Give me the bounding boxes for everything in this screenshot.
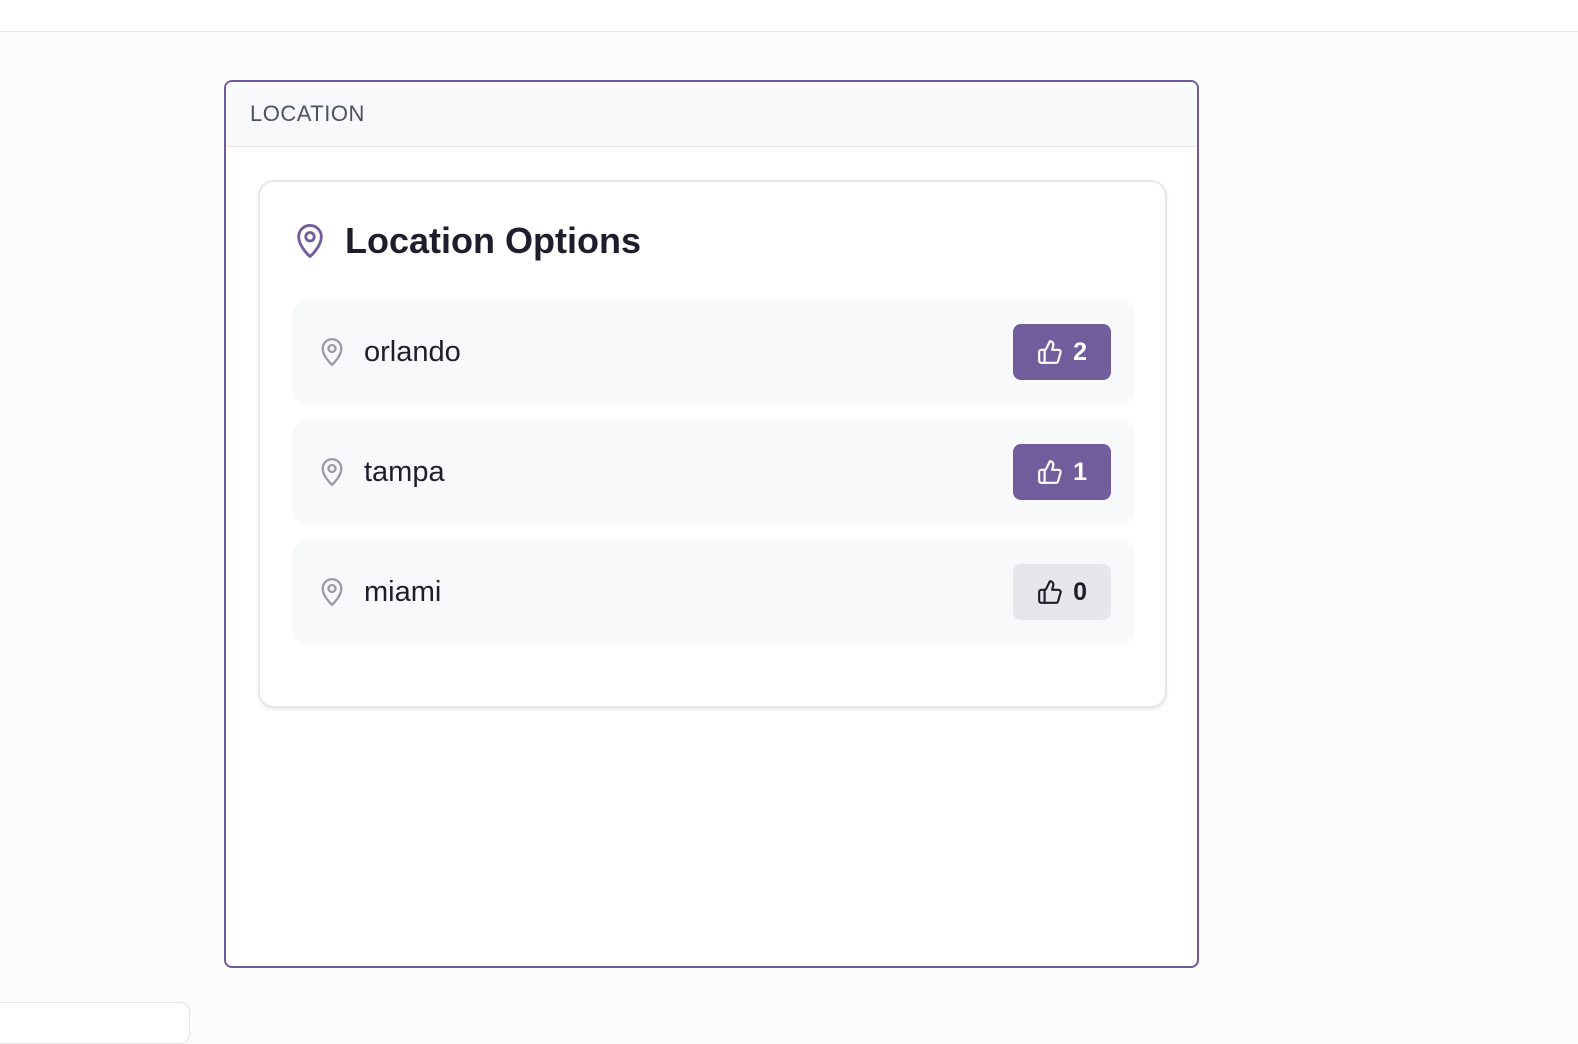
location-options-card: Location Options orlando 2 tampa 1 miami… xyxy=(258,180,1167,708)
option-item: orlando 2 xyxy=(292,300,1135,404)
vote-button[interactable]: 2 xyxy=(1013,324,1111,380)
option-item: miami 0 xyxy=(292,540,1135,644)
card-title: Location Options xyxy=(345,220,641,261)
thumbs-up-icon xyxy=(1037,339,1073,365)
map-pin-icon xyxy=(293,221,327,261)
vote-count: 2 xyxy=(1073,337,1087,366)
panel-header-title: LOCATION xyxy=(250,101,365,126)
map-pin-icon xyxy=(292,455,346,489)
vote-count: 1 xyxy=(1073,457,1087,486)
option-label: tampa xyxy=(364,455,445,488)
corner-tab[interactable] xyxy=(0,1002,190,1044)
vote-count: 0 xyxy=(1073,577,1087,606)
location-panel: LOCATION Location Options orlando 2 tamp… xyxy=(224,80,1199,968)
options-list: orlando 2 tampa 1 miami 0 xyxy=(292,300,1135,660)
option-item: tampa 1 xyxy=(292,420,1135,524)
vote-button[interactable]: 1 xyxy=(1013,444,1111,500)
thumbs-up-icon xyxy=(1037,459,1073,485)
panel-header: LOCATION xyxy=(226,82,1197,147)
top-bar xyxy=(0,0,1578,32)
card-title-row: Location Options xyxy=(293,220,641,262)
vote-button[interactable]: 0 xyxy=(1013,564,1111,620)
option-label: miami xyxy=(364,575,442,608)
map-pin-icon xyxy=(292,335,346,369)
map-pin-icon xyxy=(292,575,346,609)
option-label: orlando xyxy=(364,335,461,368)
thumbs-up-icon xyxy=(1037,579,1073,605)
